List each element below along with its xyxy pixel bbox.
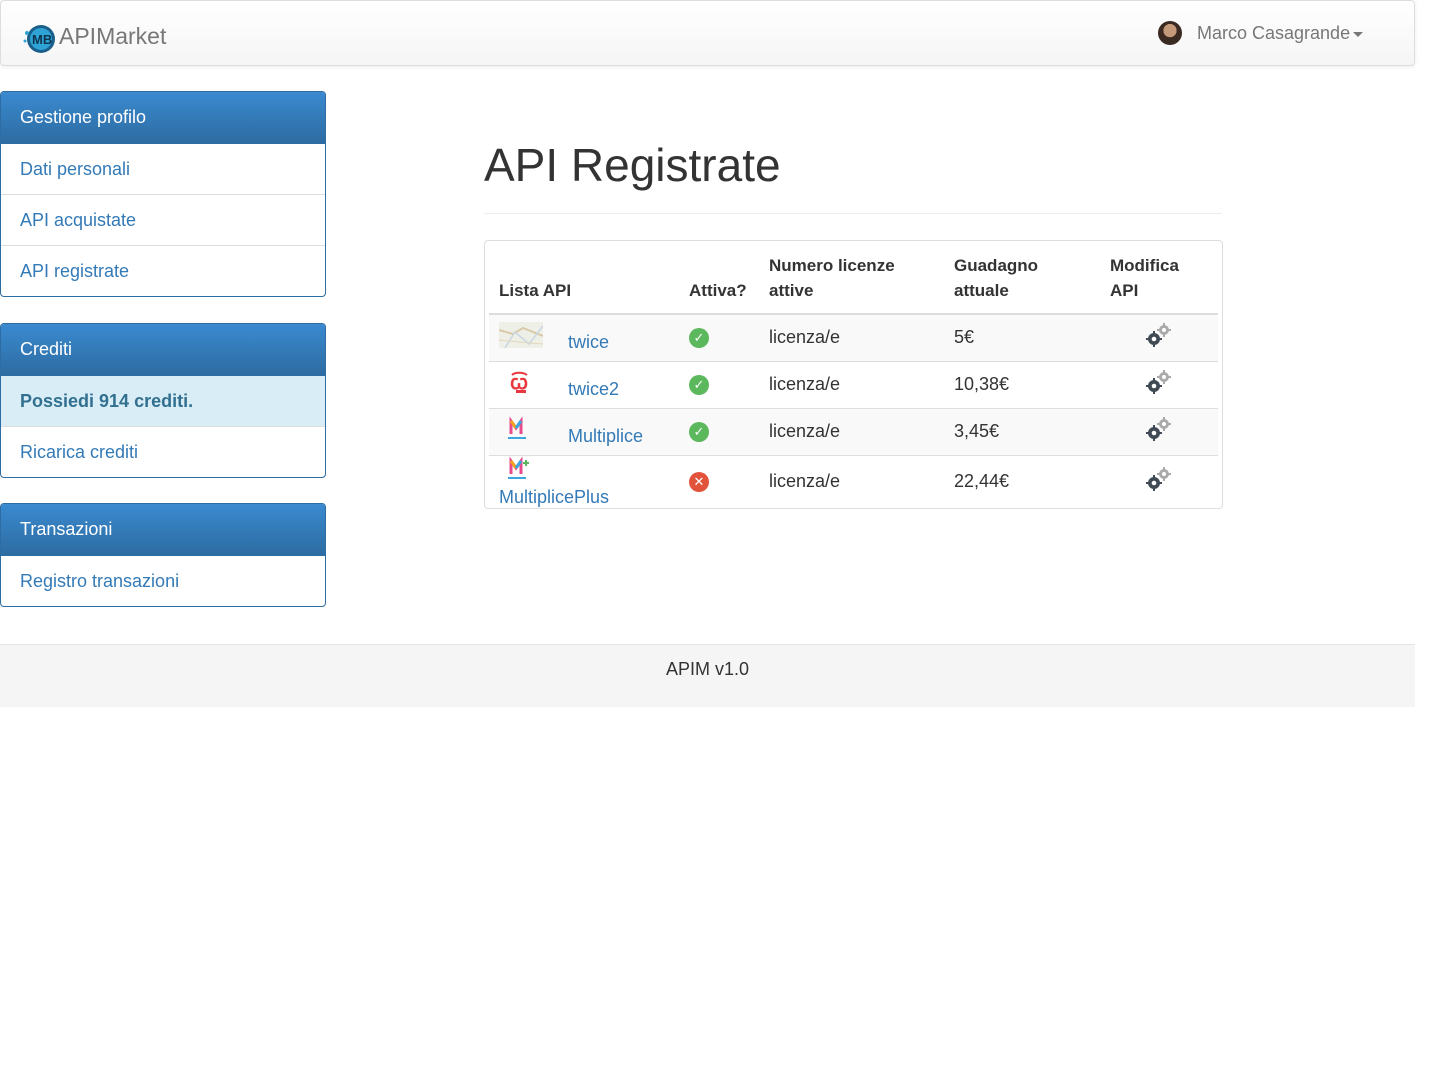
header-lista-api: Lista API: [489, 245, 679, 315]
cell-edit: [1100, 454, 1218, 508]
cell-active: ✓: [679, 313, 759, 361]
cell-licenses: licenza/e: [759, 313, 944, 361]
header-guadagno-line2: attuale: [954, 281, 1009, 300]
check-circle-icon: ✓: [689, 422, 709, 443]
title-divider: [484, 213, 1222, 214]
cell-edit: [1100, 407, 1218, 455]
sidebar-item-api-acquistate[interactable]: API acquistate: [1, 195, 325, 246]
gears-icon[interactable]: [1145, 466, 1173, 492]
table-row: twice ✓ licenza/e 5€: [489, 313, 1218, 361]
cell-api: Multiplice: [489, 407, 679, 455]
cell-earnings: 5€: [944, 313, 1100, 361]
user-name: Marco Casagrande: [1197, 22, 1351, 43]
footer: APIM v1.0: [0, 644, 1415, 707]
twice-logo-icon: ꞷ: [499, 370, 548, 399]
user-menu-toggle[interactable]: Marco Casagrande: [1158, 21, 1364, 45]
cell-active: ✓: [679, 407, 759, 455]
api-name-link[interactable]: Multiplice: [568, 426, 643, 446]
cell-earnings: 22,44€: [944, 454, 1100, 508]
header-attiva: Attiva?: [679, 245, 759, 315]
cell-licenses: licenza/e: [759, 454, 944, 508]
cell-licenses: licenza/e: [759, 360, 944, 408]
page-title: API Registrate: [484, 139, 781, 191]
table-row: Multiplice ✓ licenza/e 3,45€: [489, 407, 1218, 455]
cell-licenses: licenza/e: [759, 407, 944, 455]
api-table: Lista API Attiva? Numero licenze attive …: [489, 245, 1218, 508]
cell-earnings: 3,45€: [944, 407, 1100, 455]
footer-version: APIM v1.0: [665, 659, 750, 679]
header-modifica-line2: API: [1110, 281, 1139, 300]
panel-profile: Gestione profilo Dati personali API acqu…: [0, 91, 326, 297]
brand-link[interactable]: MB APIMarket: [21, 19, 166, 55]
check-circle-icon: ✓: [689, 328, 709, 349]
brand-name: APIMarket: [59, 22, 167, 49]
credits-balance: Possiedi 914 crediti.: [1, 376, 325, 427]
panel-heading-profile: Gestione profilo: [1, 92, 325, 144]
brand-logo-icon: MB: [21, 19, 57, 55]
api-name-link[interactable]: twice: [568, 332, 609, 352]
sidebar-item-dati-personali[interactable]: Dati personali: [1, 144, 325, 195]
multiplice-logo-icon: [499, 416, 548, 446]
panel-heading-transactions: Transazioni: [1, 504, 325, 556]
cell-active: ✕: [679, 454, 759, 508]
header-numero-licenze-line1: Numero licenze: [769, 256, 895, 275]
panel-credits: Crediti Possiedi 914 crediti. Ricarica c…: [0, 323, 326, 478]
table-header-row: Lista API Attiva? Numero licenze attive …: [489, 245, 1218, 315]
gears-icon[interactable]: [1145, 369, 1173, 395]
panel-transactions: Transazioni Registro transazioni: [0, 503, 326, 607]
check-circle-icon: ✓: [689, 375, 709, 396]
header-numero-licenze: Numero licenze attive: [759, 245, 944, 315]
top-navbar: MB APIMarket Marco Casagrande: [0, 0, 1415, 66]
sidebar-item-registro-transazioni[interactable]: Registro transazioni: [1, 556, 325, 606]
table-row: ꞷ twice2 ✓ licenza/e 10,38€: [489, 360, 1218, 408]
gears-icon[interactable]: [1145, 416, 1173, 442]
api-table-container: Lista API Attiva? Numero licenze attive …: [484, 240, 1223, 509]
header-numero-licenze-line2: attive: [769, 281, 814, 300]
close-circle-icon: ✕: [689, 472, 709, 493]
cell-active: ✓: [679, 360, 759, 408]
header-guadagno: Guadagno attuale: [944, 245, 1100, 315]
panel-heading-credits: Crediti: [1, 324, 325, 376]
sidebar-item-ricarica-crediti[interactable]: Ricarica crediti: [1, 427, 325, 477]
cell-earnings: 10,38€: [944, 360, 1100, 408]
sidebar-item-api-registrate[interactable]: API registrate: [1, 246, 325, 296]
cell-api: twice: [489, 313, 679, 361]
map-thumbnail-icon: [498, 322, 548, 352]
header-guadagno-line1: Guadagno: [954, 256, 1039, 275]
api-name-link[interactable]: MultiplicePlus: [499, 487, 609, 507]
cell-api: MultiplicePlus: [489, 454, 679, 508]
multiplice-plus-logo-icon: [499, 455, 543, 486]
header-modifica-line1: Modifica: [1110, 256, 1179, 275]
gears-icon[interactable]: [1145, 322, 1173, 348]
svg-text:MB: MB: [32, 32, 52, 47]
caret-down-icon: [1353, 31, 1364, 37]
cell-edit: [1100, 360, 1218, 408]
cell-edit: [1100, 313, 1218, 361]
table-row: MultiplicePlus ✕ licenza/e 22,44€: [489, 454, 1218, 508]
cell-api: ꞷ twice2: [489, 360, 679, 408]
header-modifica: Modifica API: [1100, 245, 1218, 315]
avatar: [1158, 21, 1182, 45]
api-name-link[interactable]: twice2: [568, 379, 619, 399]
